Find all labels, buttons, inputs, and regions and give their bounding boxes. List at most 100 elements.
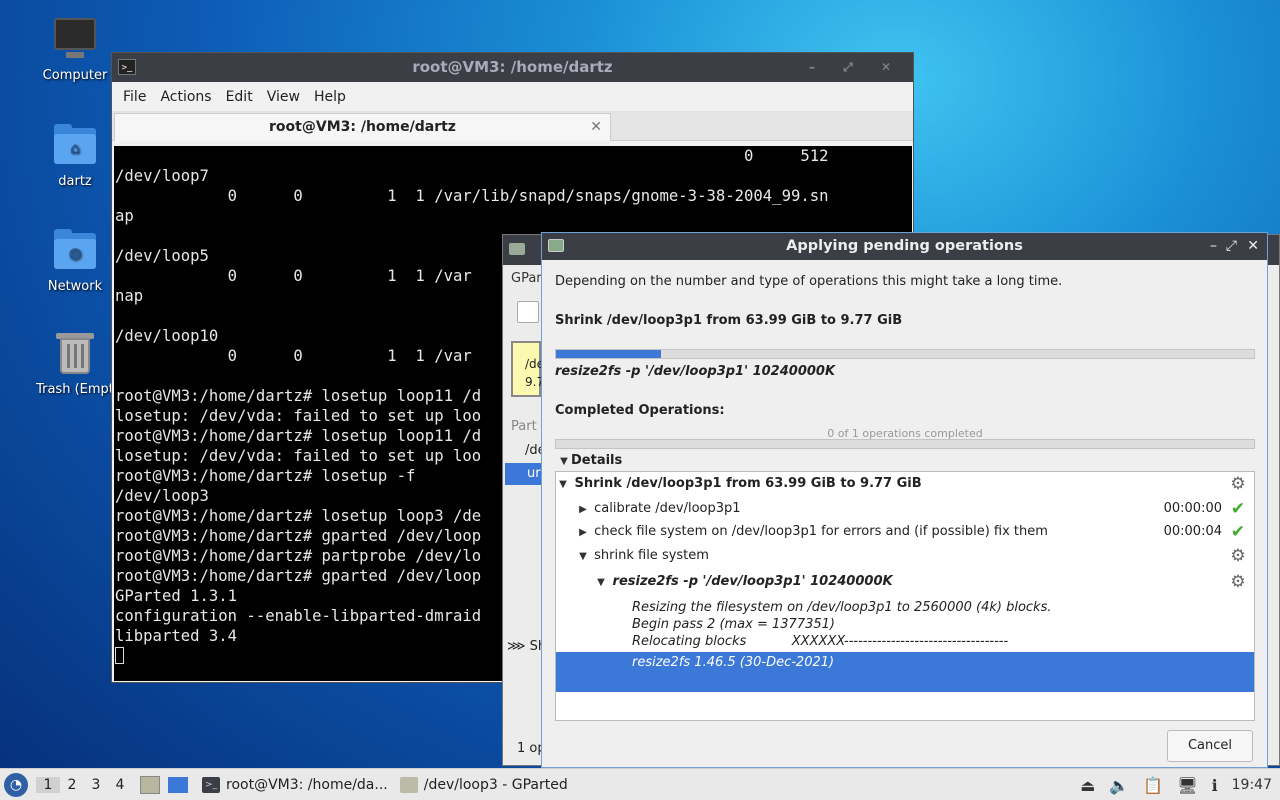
selected-output-text: resize2fs 1.46.5 (30-Dec-2021) [632,655,835,670]
tree-row-label: calibrate /dev/loop3p1 [594,501,741,516]
success-check-icon: ✔ [1230,499,1246,519]
tree-row-calibrate[interactable]: ▶ calibrate /dev/loop3p1 00:00:00 ✔ [556,497,1254,521]
taskbar-task-label: root@VM3: /home/da... [226,776,388,793]
desktop-icon-home[interactable]: ⌂ dartz [25,122,125,189]
display-icon[interactable]: 🖥 [1177,776,1197,795]
home-folder-icon: ⌂ [52,122,98,168]
tree-row-check[interactable]: ▶ check file system on /dev/loop3p1 for … [556,520,1254,544]
start-menu-icon[interactable]: ◔ [4,772,28,797]
current-progress-bar [555,349,1255,359]
terminal-line: ap [115,207,134,225]
menu-actions[interactable]: Actions [153,89,218,105]
terminal-app-icon: >_ [118,59,136,75]
dialog-titlebar[interactable]: Applying pending operations – ⤢ ✕ [542,233,1267,260]
desktop-icon-computer[interactable]: Computer [25,16,125,83]
menu-file[interactable]: File [116,89,153,105]
show-desktop-icon[interactable] [168,776,188,793]
tree-row-resize-cmd[interactable]: ▼ resize2fs -p '/dev/loop3p1' 10240000K … [556,570,1254,594]
details-label: Details [571,453,623,468]
update-notifier-icon[interactable]: ℹ [1212,776,1218,795]
file-manager-launcher-icon[interactable] [140,775,160,794]
taskbar: ◔ 1 2 3 4 >_ root@VM3: /home/da... /dev/… [0,768,1280,800]
workspace-1[interactable]: 1 [36,776,60,793]
running-gear-icon: ⚙ [1230,474,1246,494]
current-command: resize2fs -p '/dev/loop3p1' 10240000K [555,364,836,379]
desktop-icon-network[interactable]: ◍ Network [25,227,125,294]
running-gear-icon: ⚙ [1230,546,1246,566]
expander-down-icon[interactable]: ▼ [594,571,608,595]
desktop-icon-label: Trash (Empt [36,382,114,397]
expander-down-icon[interactable]: ▼ [576,545,590,569]
terminal-line: /dev/loop7 [115,167,209,185]
terminal-tab[interactable]: root@VM3: /home/dartz ✕ [114,113,611,141]
menu-help[interactable]: Help [307,89,353,105]
partition-row-label: ur [527,466,541,481]
gparted-app-icon [509,243,525,255]
details-expander[interactable]: ▼ Details [557,453,622,468]
eject-icon[interactable]: ⏏ [1080,776,1095,795]
output-message: Relocating blocks XXXXXX----------------… [632,634,1009,649]
close-icon[interactable]: ✕ [1247,233,1259,260]
terminal-titlebar[interactable]: >_ root@VM3: /home/dartz – ⤢ ✕ [112,53,913,82]
terminal-tabbar: root@VM3: /home/dartz ✕ [112,111,913,141]
selected-output-row[interactable]: resize2fs 1.46.5 (30-Dec-2021) [556,652,1254,692]
device-graph[interactable]: /de 9.7 [511,341,545,397]
workspace-4[interactable]: 4 [108,777,132,793]
device-graph-line: 9.7 [525,375,545,389]
current-progress-fill [556,350,661,358]
dialog-intro: Depending on the number and type of oper… [555,274,1063,289]
tree-row-root[interactable]: ▼ Shrink /dev/loop3p1 from 63.99 GiB to … [556,472,1254,496]
trash-icon [52,330,98,376]
partition-column-header[interactable]: Part [511,419,537,434]
desktop-icon-label: dartz [58,174,92,189]
success-check-icon: ✔ [1230,522,1246,542]
gparted-app-icon [548,239,564,252]
expander-down-icon: ▼ [560,456,568,467]
gparted-app-icon [399,776,418,793]
menu-edit[interactable]: Edit [219,89,260,105]
running-gear-icon: ⚙ [1230,572,1246,592]
completed-label: Completed Operations: [555,403,725,418]
minimize-icon[interactable]: – [1210,233,1217,260]
output-message: Resizing the filesystem on /dev/loop3p1 … [632,600,1052,615]
new-icon[interactable] [517,301,539,323]
tree-row-label: Shrink /dev/loop3p1 from 63.99 GiB to 9.… [574,476,922,491]
terminal-app-icon: >_ [202,776,220,793]
taskbar-task-gparted[interactable]: /dev/loop3 - GParted [394,771,574,799]
terminal-cursor [115,647,124,664]
taskbar-task-label: /dev/loop3 - GParted [423,776,568,793]
clock[interactable]: 19:47 [1232,777,1272,793]
workspace-2[interactable]: 2 [60,777,84,793]
ops-progress-bar [555,439,1255,449]
cancel-button[interactable]: Cancel [1167,730,1253,762]
desktop-icon-label: Network [47,279,103,294]
terminal-menubar: File Actions Edit View Help [112,82,913,111]
device-graph-line: /de [525,357,545,371]
current-operation: Shrink /dev/loop3p1 from 63.99 GiB to 9.… [555,313,903,328]
close-tab-icon[interactable]: ✕ [590,114,602,140]
tree-row-label: check file system on /dev/loop3p1 for er… [594,524,1048,539]
volume-icon[interactable]: 🔈 [1109,776,1129,795]
workspace-3[interactable]: 3 [84,777,108,793]
terminal-line: 0 0 1 1 /var/lib/snapd/snaps/gnome-3-38-… [115,187,829,205]
tree-row-time: 00:00:00 [1163,501,1222,516]
expander-right-icon[interactable]: ▶ [576,498,590,522]
output-message: Begin pass 2 (max = 1377351) [632,617,835,632]
maximize-icon[interactable]: ⤢ [1226,233,1237,260]
tree-row-time: 00:00:04 [1163,524,1222,539]
expander-down-icon[interactable]: ▼ [556,473,570,497]
details-tree[interactable]: ▼ Shrink /dev/loop3p1 from 63.99 GiB to … [555,471,1255,721]
expander-right-icon[interactable]: ▶ [576,521,590,545]
taskbar-task-terminal[interactable]: >_ root@VM3: /home/da... [196,771,394,799]
desktop-icon-trash[interactable]: Trash (Empt [25,330,125,397]
menu-view[interactable]: View [260,89,307,105]
terminal-line: 0 512 [115,147,829,165]
apply-operations-dialog[interactable]: Applying pending operations – ⤢ ✕ Depend… [541,232,1268,768]
window-controls[interactable]: – ⤢ ✕ [809,53,903,82]
tree-row-label: shrink file system [594,548,709,563]
computer-icon [52,16,98,62]
tree-row-shrink-fs[interactable]: ▼ shrink file system ⚙ [556,544,1254,568]
partition-row-selected[interactable]: ur [505,463,543,485]
clipboard-icon[interactable]: 📋 [1143,776,1163,795]
network-folder-icon: ◍ [52,227,98,273]
